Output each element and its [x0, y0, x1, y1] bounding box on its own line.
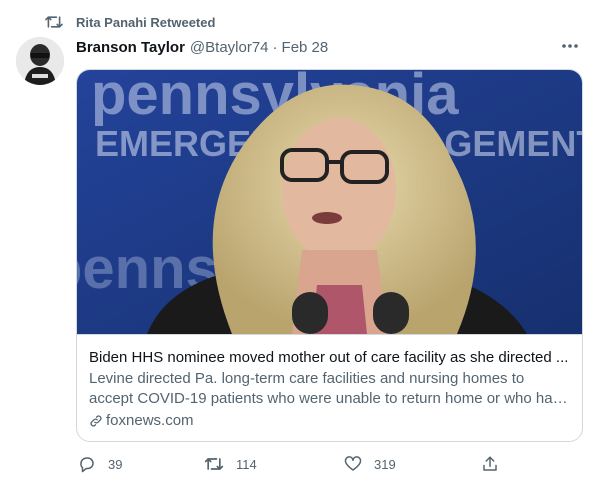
reply-count: 39: [108, 456, 123, 472]
retweet-banner[interactable]: Rita Panahi Retweeted: [44, 12, 215, 32]
card-image: pennsylvania EMERGENCY MANAGEMENT AG pen…: [77, 70, 582, 335]
card-domain-text: foxnews.com: [106, 412, 194, 429]
like-button[interactable]: 319: [344, 455, 396, 473]
like-icon: [344, 456, 362, 471]
retweet-banner-text: Rita Panahi Retweeted: [76, 14, 216, 30]
author-handle[interactable]: @Btaylor74: [190, 39, 269, 56]
tweet-date[interactable]: Feb 28: [282, 39, 329, 56]
retweet-button[interactable]: 114: [204, 455, 257, 473]
separator: ·: [272, 38, 278, 56]
more-icon: [562, 44, 578, 48]
retweet-icon: [45, 16, 63, 28]
reply-button[interactable]: 39: [78, 455, 122, 473]
card-domain: foxnews.com: [89, 411, 570, 431]
like-count: 319: [374, 456, 396, 472]
reply-icon: [80, 457, 94, 473]
retweet-icon: [204, 458, 224, 470]
card-description: Levine directed Pa. long-term care facil…: [89, 370, 561, 407]
author-name[interactable]: Branson Taylor: [76, 39, 185, 56]
card-title: Biden HHS nominee moved mother out of ca…: [89, 349, 569, 366]
link-card[interactable]: pennsylvania EMERGENCY MANAGEMENT AG pen…: [76, 69, 583, 442]
action-bar: 39 114 319: [76, 455, 506, 477]
tweet-header: Branson Taylor @Btaylor74 · Feb 28: [76, 37, 328, 57]
retweet-count: 114: [236, 456, 257, 472]
link-icon: [90, 415, 102, 427]
share-button[interactable]: [481, 455, 511, 473]
avatar[interactable]: [16, 37, 64, 85]
share-icon: [483, 456, 497, 471]
more-button[interactable]: [560, 38, 580, 54]
